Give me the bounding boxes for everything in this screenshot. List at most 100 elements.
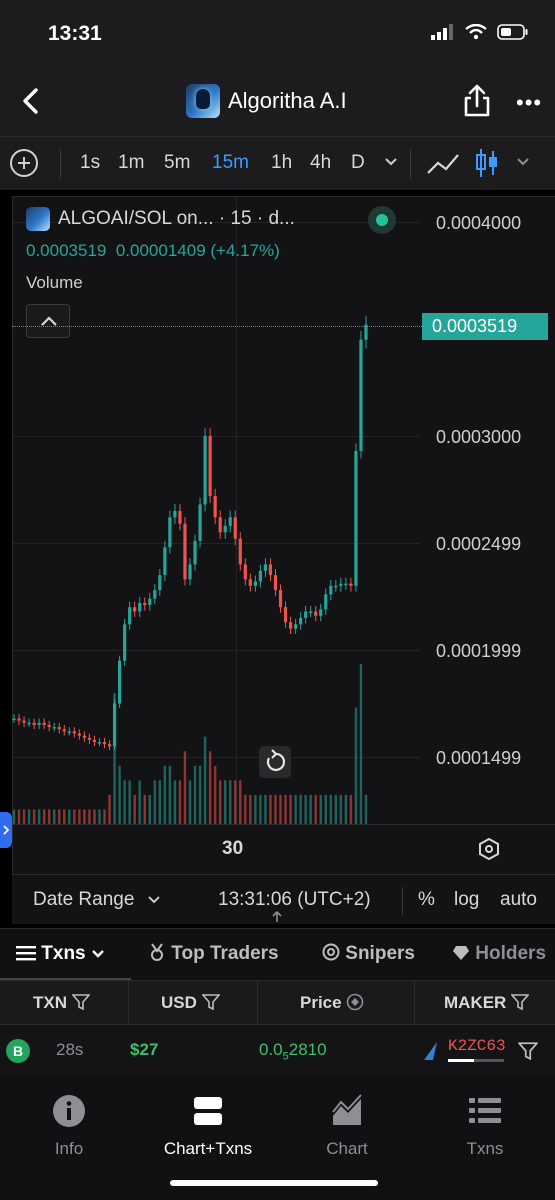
column-header-price[interactable]: Price [300, 993, 364, 1013]
filter-icon[interactable] [200, 994, 221, 1011]
volume-bar [269, 794, 272, 824]
collapse-legend-button[interactable] [26, 304, 70, 338]
nav-label: Chart [326, 1139, 368, 1158]
filter-icon[interactable] [70, 994, 91, 1011]
candle [148, 598, 152, 606]
volume-bar [244, 794, 247, 824]
volume-bar [294, 794, 297, 824]
volume-bar [153, 780, 156, 824]
candle [288, 622, 293, 629]
volume-bar [254, 794, 257, 824]
filter-icon[interactable] [510, 994, 530, 1011]
volume-bar [163, 765, 167, 824]
volume-bar [218, 780, 222, 824]
volume-bar [108, 794, 111, 824]
target-icon [322, 943, 340, 961]
diamond-icon [453, 946, 469, 960]
table-row[interactable]: B 28s $27 0.052810 K2ZC63 [0, 1024, 555, 1076]
maker-bar [448, 1059, 504, 1062]
candle [238, 538, 242, 565]
chart-settings-icon[interactable] [478, 838, 500, 860]
volume-bar [168, 765, 172, 824]
maker-address[interactable]: K2ZC63 [448, 1037, 506, 1055]
column-header-maker[interactable]: MAKER [444, 993, 530, 1013]
maker-chain-icon [424, 1042, 437, 1060]
change-readout: 0.00001409 (+4.17%) [115, 241, 280, 260]
volume-bar [48, 809, 51, 824]
nav-chart[interactable]: Chart [292, 1094, 402, 1159]
volume-bar [118, 765, 121, 824]
volume-bar [123, 780, 126, 824]
candle [158, 575, 162, 591]
y-tick-label: 0.0002499 [436, 534, 522, 554]
nav-chart-txns[interactable]: Chart+Txns [153, 1094, 263, 1159]
candle [193, 540, 197, 565]
x-tick-label: 30 [222, 838, 244, 859]
volume-bar [203, 736, 207, 824]
date-range-button[interactable]: Date Range [33, 889, 134, 911]
tab-holders[interactable]: Holders [452, 943, 546, 965]
toggle-icon[interactable] [346, 993, 364, 1011]
candle [253, 581, 257, 586]
live-indicator [368, 206, 396, 234]
volume-bar [22, 809, 26, 824]
candle [138, 602, 142, 612]
candle [273, 575, 278, 591]
split-view-icon [194, 1097, 222, 1125]
volume-bar [27, 809, 31, 824]
nav-txns[interactable]: Txns [430, 1094, 540, 1159]
reset-chart-button[interactable] [259, 746, 291, 778]
column-header-usd[interactable]: USD [161, 993, 221, 1013]
candle [263, 564, 268, 571]
candle [12, 718, 16, 720]
volume-bar [274, 794, 277, 824]
auto-toggle[interactable]: auto [500, 889, 537, 911]
candle [82, 735, 86, 738]
candle [258, 570, 262, 582]
percent-toggle[interactable]: % [418, 889, 435, 911]
volume-bar [249, 794, 252, 824]
column-header-txn[interactable]: TXN [33, 993, 91, 1013]
volume-bar [259, 794, 262, 824]
candle [87, 737, 92, 740]
volume-bar [193, 765, 197, 824]
volume-bar [239, 780, 242, 824]
txns-tabs: Txns Top Traders Snipers Holders [0, 928, 555, 981]
nav-info[interactable]: Info [14, 1094, 124, 1159]
volume-bar [208, 751, 212, 824]
candle [92, 739, 97, 743]
column-divider [414, 981, 415, 1025]
candle [359, 339, 363, 451]
candle [294, 624, 298, 629]
volume-bar [173, 780, 177, 824]
list-icon [16, 946, 36, 961]
volume-bar [364, 794, 368, 824]
candle [17, 718, 21, 721]
volume-bar [299, 794, 302, 824]
last-price-line [12, 326, 422, 327]
candle [278, 590, 283, 608]
side-drawer-handle[interactable] [0, 812, 12, 848]
volume-bar [334, 794, 338, 824]
tab-txns[interactable]: Txns [16, 943, 105, 965]
home-indicator [170, 1180, 378, 1186]
volume-bar [138, 780, 141, 824]
filter-icon[interactable] [518, 1042, 538, 1060]
candle [299, 617, 303, 625]
txn-usd: $27 [130, 1040, 159, 1059]
chevron-down-icon[interactable] [148, 896, 160, 904]
tab-top-traders[interactable]: Top Traders [148, 943, 279, 965]
tab-snipers[interactable]: Snipers [322, 943, 415, 965]
candle [349, 583, 353, 586]
tab-label: Txns [41, 943, 86, 964]
log-toggle[interactable]: log [454, 889, 479, 911]
volume-bar [32, 809, 36, 824]
volume-bar [314, 794, 317, 824]
candle [268, 564, 273, 576]
volume-bar [289, 794, 292, 824]
volume-bar [309, 794, 312, 824]
volume-bar [319, 794, 322, 824]
volume-bar [344, 794, 348, 824]
volume-bar [17, 809, 21, 824]
maker-bar-fill [448, 1059, 474, 1062]
